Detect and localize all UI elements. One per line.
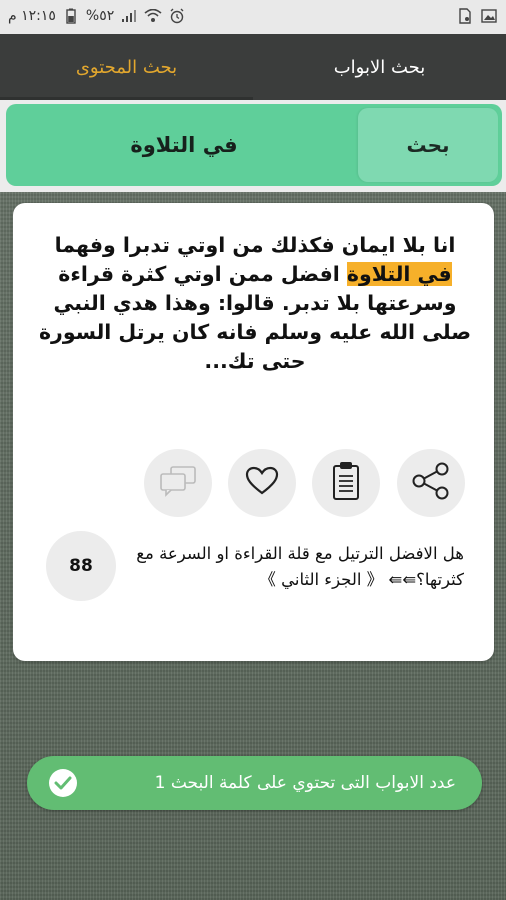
wifi-icon: [144, 7, 162, 25]
battery-percent: %٥٢: [85, 8, 115, 24]
check-circle-icon: [49, 769, 77, 797]
sim-icon: [456, 7, 474, 25]
chapter-number-badge: 88: [46, 531, 116, 601]
toast-message: عدد الابواب التى تحتوي على كلمة البحث 1: [154, 773, 456, 793]
image-icon: [480, 7, 498, 25]
excerpt-text: انا بلا ايمان فكذلك من اوتي تدبرا وفهما: [54, 233, 456, 257]
highlighted-term: في التلاوة: [346, 262, 452, 286]
comment-button[interactable]: [144, 449, 212, 517]
search-button[interactable]: بحث: [358, 108, 498, 182]
result-count-toast: عدد الابواب التى تحتوي على كلمة البحث 1: [27, 756, 482, 810]
copy-button[interactable]: [312, 449, 380, 517]
search-input[interactable]: في التلاوة: [14, 108, 354, 182]
tab-content-search[interactable]: بحث المحتوى: [0, 34, 253, 100]
clipboard-icon: [326, 459, 366, 507]
search-bar: بحث في التلاوة: [6, 104, 502, 186]
result-card[interactable]: انا بلا ايمان فكذلك من اوتي تدبرا وفهما …: [13, 203, 494, 661]
tab-bar: بحث الابواب بحث المحتوى: [0, 34, 506, 100]
status-left: ١٢:١٥ م %٥٢: [8, 7, 186, 25]
signal-icon: [120, 7, 138, 25]
clock: ١٢:١٥ م: [8, 8, 56, 24]
status-right: [456, 7, 498, 25]
share-button[interactable]: [397, 449, 465, 517]
status-bar: ١٢:١٥ م %٥٢: [0, 0, 506, 34]
tab-chapters-search[interactable]: بحث الابواب: [253, 34, 506, 100]
battery-icon: [62, 7, 80, 25]
chapter-title[interactable]: هل الافضل الترتيل مع قلة القراءة او السر…: [134, 541, 464, 593]
tab-label: بحث الابواب: [333, 56, 426, 78]
comment-icon: [158, 464, 198, 502]
favorite-button[interactable]: [228, 449, 296, 517]
action-row: [13, 449, 494, 519]
tab-label: بحث المحتوى: [75, 56, 178, 78]
alarm-icon: [168, 7, 186, 25]
share-icon: [409, 459, 453, 507]
result-excerpt: انا بلا ايمان فكذلك من اوتي تدبرا وفهما …: [35, 231, 475, 376]
heart-icon: [245, 466, 279, 500]
